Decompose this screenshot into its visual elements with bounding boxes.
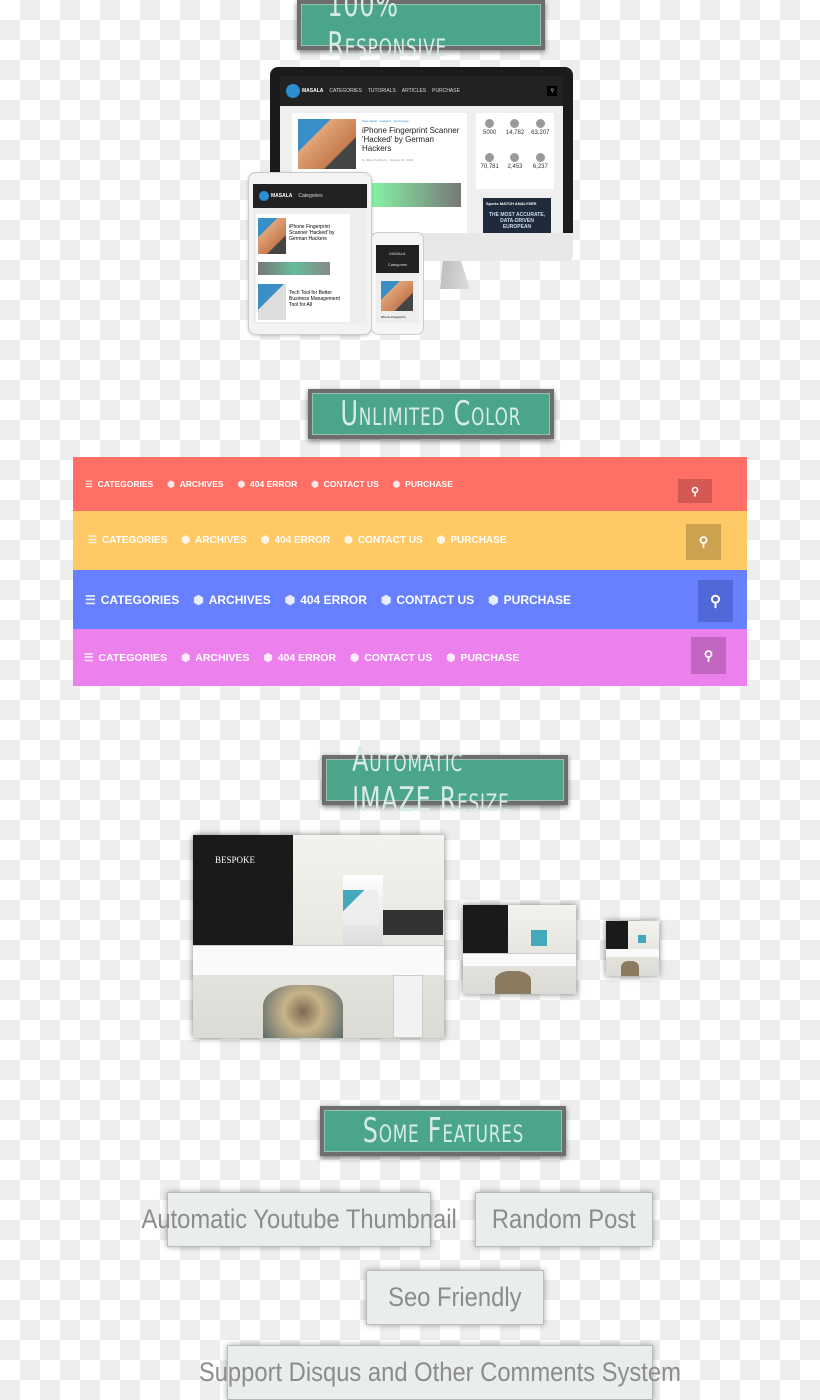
nav-item-purchase[interactable]: ⬢ PURCHASE [446,652,519,664]
nav-item-contact-us[interactable]: ⬢ CONTACT US [381,593,474,607]
cube-icon: ⬢ [344,535,353,546]
search-icon: ⚲ [703,647,714,663]
search-icon: ⚲ [710,593,721,610]
nav-item-contact-us[interactable]: ⬢ CONTACT US [311,479,379,490]
cube-icon: ⬢ [260,535,270,546]
nav-bar-blue: ☰ CATEGORIES ⬢ ARCHIVES ⬢ 404 ERROR ⬢ CONTAC… [73,570,747,629]
cube-icon: ⬢ [392,478,401,489]
feature-youtube-thumbnail: Automatic Youtube Thumbnail [141,1192,457,1247]
nav-item-404-error[interactable]: ⬢ 404 ERROR [285,593,367,607]
phone-mockup: MASALA Categories iPhone Fingerprint [371,232,424,335]
nav-item-archives[interactable]: ⬢ ARCHIVES [193,593,271,607]
cube-icon: ⬢ [181,535,191,546]
nav-item-purchase[interactable]: ⬢ PURCHASE [488,593,571,607]
nav-item-categories[interactable]: ☰ CATEGORIES [85,593,179,607]
nav-item-categories[interactable]: ☰ CATEGORIES [85,479,153,490]
cube-icon: ⬢ [284,592,296,607]
cube-icon: ⬢ [380,592,392,607]
cube-icon: ⬢ [350,651,360,664]
cube-icon: ⬢ [446,651,456,664]
social-stats: 5000 14,782 63,207 70,781 2,453 6,237 [476,113,554,189]
nav-item-categories[interactable]: ☰ CATEGORIES [84,652,167,664]
nav-item-404-error[interactable]: ⬢ 404 ERROR [264,652,337,664]
responsive-title: 100% Responsive [297,0,545,65]
search-icon: ⚲ [690,485,700,498]
search-button[interactable]: ⚲ [686,524,721,560]
search-icon: ⚲ [547,86,557,96]
cube-icon: ⬢ [237,478,245,489]
color-title: Unlimited Color [308,389,554,439]
nav-item-categories[interactable]: ☰ CATEGORIES [88,535,167,546]
nav-item-purchase[interactable]: ⬢ PURCHASE [437,535,507,546]
nav-item-archives[interactable]: ⬢ ARCHIVES [167,479,223,490]
hamburger-icon: ☰ [88,535,97,546]
search-button[interactable]: ⚲ [691,637,726,674]
nav-bar-yellow: ☰ CATEGORIES ⬢ ARCHIVES ⬢ 404 ERROR ⬢ CONTAC… [73,511,747,570]
tablet-mockup: MASALA Categories iPhone Fingerprint Scan… [248,172,372,335]
cube-icon: ⬢ [167,478,175,489]
nav-item-contact-us[interactable]: ⬢ CONTACT US [344,535,423,546]
search-button[interactable]: ⚲ [698,580,733,622]
desk-photo-large: BESPOKE [193,835,444,1038]
nav-item-purchase[interactable]: ⬢ PURCHASE [393,479,453,490]
hamburger-icon: ☰ [84,651,94,664]
feature-random-post: Random Post [475,1192,653,1247]
cube-icon: ⬢ [311,478,319,489]
hamburger-icon: ☰ [85,478,93,489]
features-title: Some Features [320,1106,566,1156]
resize-title: Automatic IMAZE Resize [322,740,568,820]
cube-icon: ⬢ [263,651,273,664]
nav-item-contact-us[interactable]: ⬢ CONTACT US [350,652,432,664]
nav-item-archives[interactable]: ⬢ ARCHIVES [181,535,246,546]
nav-item-404-error[interactable]: ⬢ 404 ERROR [238,479,298,490]
nav-bar-pink: ☰ CATEGORIES ⬢ ARCHIVES ⬢ 404 ERROR ⬢ CONTAC… [73,629,747,686]
feature-disqus-comments: Support Disqus and Other Comments System [199,1345,681,1400]
cube-icon: ⬢ [193,592,204,607]
search-icon: ⚲ [698,534,709,549]
nav-item-404-error[interactable]: ⬢ 404 ERROR [261,535,330,546]
desk-photo-small [606,921,659,976]
desk-photo-medium [463,905,576,994]
feature-seo-friendly: Seo Friendly [366,1270,544,1325]
nav-item-archives[interactable]: ⬢ ARCHIVES [181,652,249,664]
search-button[interactable]: ⚲ [678,479,712,503]
cube-icon: ⬢ [488,592,499,607]
cube-icon: ⬢ [181,651,191,664]
cube-icon: ⬢ [436,535,446,546]
logo: MASALA [286,84,323,98]
nav-bar-red: ☰ CATEGORIES ⬢ ARCHIVES ⬢ 404 ERROR ⬢ CONTAC… [73,457,747,511]
ad-banner: Sports MATCH ANALYSER THE MOST ACCURATE,… [483,198,551,233]
hamburger-icon: ☰ [85,592,96,607]
